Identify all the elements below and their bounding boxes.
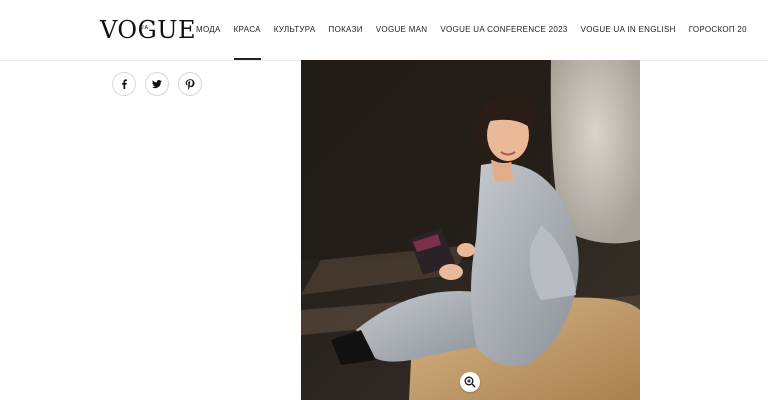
vogue-logo[interactable]: VOGUE UA (100, 15, 196, 45)
pinterest-share-button[interactable] (178, 72, 202, 96)
nav-overflow-mask (676, 0, 684, 60)
article-photo[interactable] (301, 60, 640, 400)
nav-item-kultura[interactable]: Культура (274, 0, 316, 60)
share-buttons (112, 72, 211, 96)
nav-item-moda[interactable]: Мода (196, 0, 221, 60)
nav-item-krasa[interactable]: Краса (233, 0, 261, 60)
facebook-share-button[interactable] (112, 72, 136, 96)
zoom-in-icon (464, 376, 476, 388)
facebook-icon (122, 79, 127, 89)
nav-item-conference[interactable]: Vogue UA Conference 2023 (440, 0, 567, 60)
page: VOGUE UA Мода Краса Культура Покази Vogu… (0, 0, 768, 400)
site-header: VOGUE UA Мода Краса Культура Покази Vogu… (0, 0, 768, 61)
nav-item-english[interactable]: Vogue UA in English (581, 0, 676, 60)
photo-illustration (301, 60, 640, 400)
pinterest-icon (185, 78, 195, 90)
nav-item-vogue-man[interactable]: Vogue Man (376, 0, 428, 60)
nav-item-horoscope[interactable]: Гороскоп 20 (689, 0, 747, 60)
nav-item-pokazy[interactable]: Покази (329, 0, 363, 60)
logo-sub: UA (140, 25, 149, 31)
twitter-share-button[interactable] (145, 72, 169, 96)
twitter-icon (152, 80, 162, 89)
zoom-button[interactable] (460, 372, 480, 392)
